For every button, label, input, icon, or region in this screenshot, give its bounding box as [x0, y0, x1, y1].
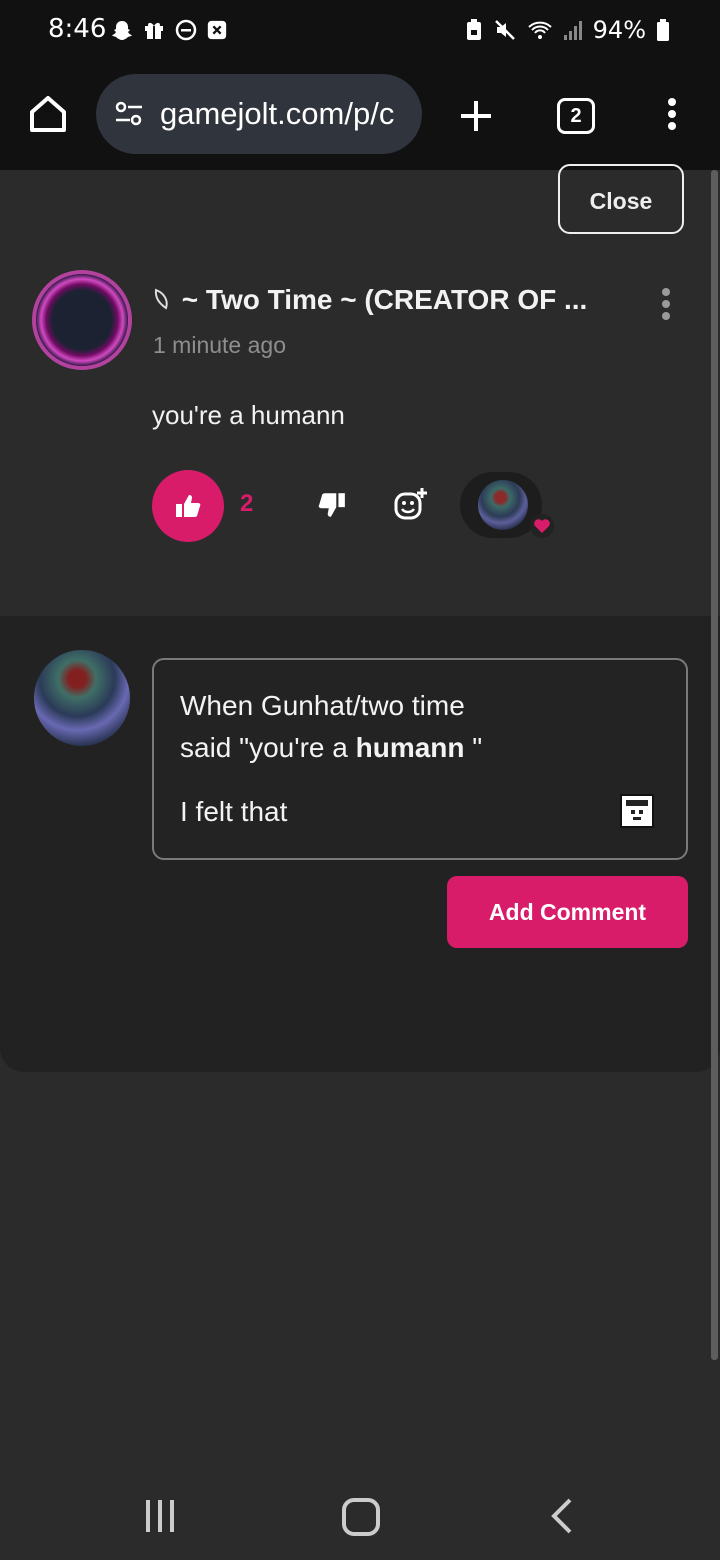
editor-line-3: I felt that: [180, 796, 288, 827]
status-time: 8:46: [48, 14, 107, 44]
editor-line-2-prefix: said "you're a: [180, 732, 356, 763]
author-name[interactable]: ~ Two Time ~ (CREATOR OF ...: [152, 284, 632, 316]
tab-switcher-button[interactable]: 2: [557, 98, 595, 134]
author-name-text: ~ Two Time ~ (CREATOR OF ...: [181, 284, 588, 315]
wifi-icon: [527, 21, 552, 39]
editor-line-2-suffix: ": [464, 732, 483, 763]
url-text[interactable]: gamejolt.com/p/c: [160, 96, 394, 132]
lock-battery-icon: [466, 19, 481, 40]
comment-input[interactable]: When Gunhat/two time said "you're a huma…: [152, 658, 688, 860]
sticker-picker-icon[interactable]: [620, 794, 654, 828]
thumbs-up-icon: [176, 495, 201, 517]
snapchat-icon: [112, 21, 132, 40]
home-icon[interactable]: [26, 92, 70, 136]
close-button[interactable]: Close: [558, 164, 684, 234]
author-avatar[interactable]: [36, 274, 128, 366]
editor-line-2: said "you're a humann ": [180, 732, 482, 764]
battery-icon: [657, 19, 669, 41]
comment-modal: Close ~ Two Time ~ (CREATOR OF ... 1 min…: [0, 164, 720, 1072]
leaf-icon: [154, 288, 168, 310]
do-not-disturb-icon: [175, 19, 197, 41]
new-tab-icon[interactable]: [458, 98, 494, 134]
home-nav-icon[interactable]: [340, 1496, 382, 1538]
liker-avatar[interactable]: [478, 480, 528, 530]
heart-icon: [534, 519, 550, 533]
close-box-icon: [207, 20, 227, 40]
mute-icon: [494, 20, 515, 40]
comment-options-icon[interactable]: [662, 288, 670, 324]
comment-timestamp: 1 minute ago: [153, 332, 286, 358]
back-nav-icon[interactable]: [546, 1496, 582, 1536]
gift-icon: [145, 22, 163, 39]
status-bar: 8:46 94%: [0, 0, 720, 60]
heart-badge: [530, 514, 554, 538]
battery-percent: 94%: [592, 16, 646, 44]
signal-icon: [563, 21, 582, 40]
address-bar[interactable]: gamejolt.com/p/c: [96, 74, 422, 154]
status-icons-left: [110, 18, 228, 42]
site-settings-icon[interactable]: [114, 100, 144, 128]
like-count: 2: [240, 490, 254, 517]
comment-panel: Close ~ Two Time ~ (CREATOR OF ... 1 min…: [0, 164, 720, 616]
comment-text: you're a humann: [152, 400, 345, 430]
add-comment-button[interactable]: Add Comment: [447, 876, 688, 948]
browser-menu-icon[interactable]: [668, 98, 676, 134]
browser-toolbar: gamejolt.com/p/c 2: [0, 60, 720, 171]
add-reaction-icon[interactable]: [393, 486, 429, 522]
current-user-avatar[interactable]: [34, 650, 130, 746]
dislike-button-icon[interactable]: [317, 490, 347, 520]
status-icons-right: 94%: [465, 16, 670, 44]
editor-bold-word: humann: [355, 732, 465, 763]
recent-apps-icon[interactable]: [140, 1496, 180, 1536]
scrollbar[interactable]: [711, 170, 718, 1360]
system-nav-bar: [0, 1470, 720, 1560]
editor-line-1: When Gunhat/two time: [180, 690, 465, 721]
like-button[interactable]: [152, 470, 224, 542]
